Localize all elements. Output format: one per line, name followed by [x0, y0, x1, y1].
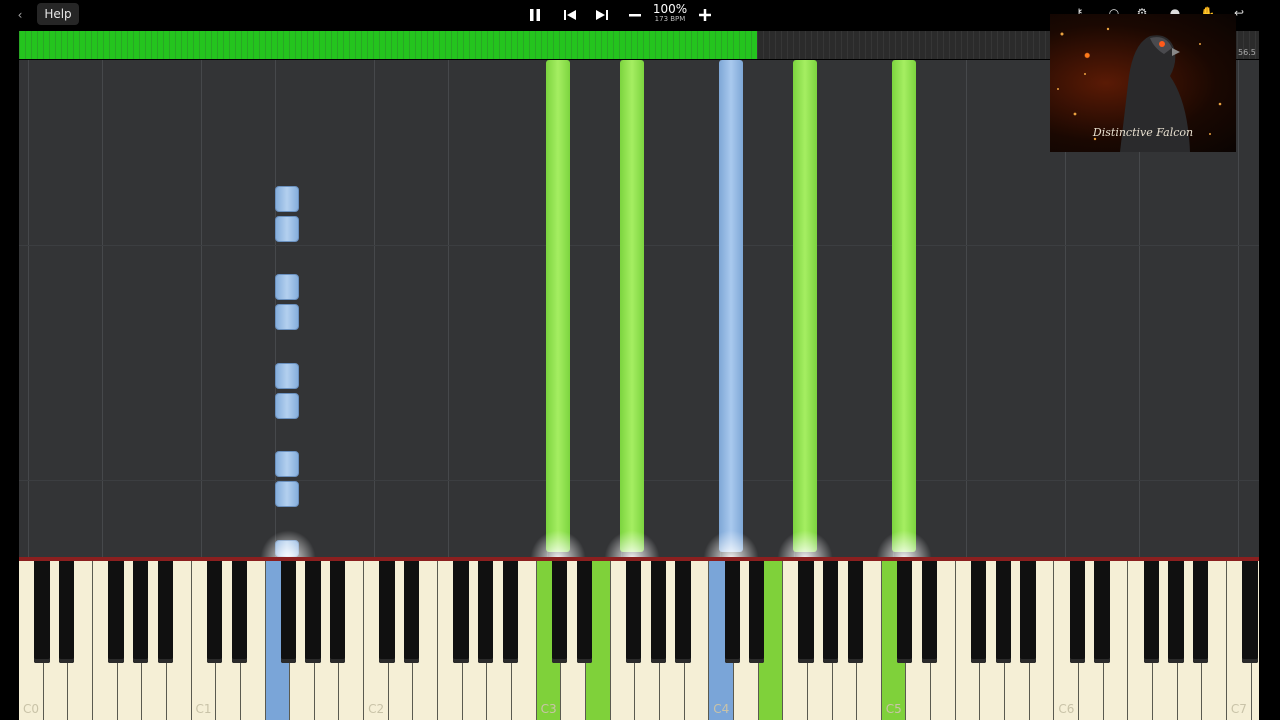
piano-key-gsharp6[interactable]	[1168, 561, 1184, 663]
piano-key-csharp2[interactable]	[379, 561, 395, 663]
piano-key-dsharp5[interactable]	[921, 561, 938, 663]
note-f1	[275, 481, 299, 507]
piano-key-csharp3[interactable]	[551, 561, 568, 663]
piano-key-dsharp6[interactable]	[1094, 561, 1110, 663]
time-readout: 56.5	[1238, 48, 1256, 57]
piano-key-csharp5[interactable]	[897, 561, 913, 663]
thumbnail-caption: Distinctive Falcon	[1092, 126, 1194, 139]
piano-key-gsharp2[interactable]	[478, 561, 494, 663]
octave-label: C0	[22, 702, 39, 716]
chevron-left-icon[interactable]: ‹	[14, 8, 26, 22]
piano-key-dsharp0[interactable]	[58, 561, 75, 663]
minus-icon[interactable]	[625, 6, 645, 24]
piano-key-dsharp2[interactable]	[404, 561, 420, 663]
note-bar-c3	[546, 60, 570, 552]
piano-key-fsharp2[interactable]	[453, 561, 469, 663]
help-button[interactable]: Help	[37, 3, 79, 25]
note-bar-e4	[793, 60, 817, 552]
note-bar-e3	[620, 60, 644, 552]
note-bar-c5	[892, 60, 916, 552]
piano-key-asharp0[interactable]	[157, 561, 173, 663]
piano-key-dsharp4[interactable]	[749, 561, 765, 663]
speed-percent: 100%	[652, 2, 688, 16]
plus-icon[interactable]	[695, 6, 715, 24]
piano-key-fsharp4[interactable]	[798, 561, 814, 663]
octave-label: C1	[195, 702, 212, 716]
piano-key-asharp4[interactable]	[847, 561, 864, 663]
octave-label: C3	[540, 702, 557, 716]
piano-key-fsharp0[interactable]	[108, 561, 124, 663]
channel-thumbnail: Distinctive Falcon	[1050, 14, 1236, 152]
note-f1	[275, 451, 299, 477]
piano-key-dsharp3[interactable]	[576, 561, 592, 663]
piano-key-asharp6[interactable]	[1192, 561, 1209, 663]
piano-key-gsharp4[interactable]	[823, 561, 839, 663]
piano-key-gsharp3[interactable]	[650, 561, 666, 663]
grid-line	[448, 60, 449, 557]
note-f1	[275, 363, 299, 389]
grid-line	[201, 60, 202, 557]
skip-back-icon[interactable]	[560, 6, 580, 24]
piano-key-csharp7[interactable]	[1242, 561, 1258, 663]
note-f1	[275, 304, 299, 330]
grid-line	[374, 60, 375, 557]
tempo-bpm: 173 BPM	[654, 15, 686, 23]
piano-key-gsharp5[interactable]	[995, 561, 1011, 663]
note-f1	[275, 186, 299, 212]
note-bar-c4	[719, 60, 743, 552]
piano-key-asharp5[interactable]	[1020, 561, 1036, 663]
octave-label: C5	[885, 702, 902, 716]
grid-line	[102, 60, 103, 557]
piano-key-csharp6[interactable]	[1069, 561, 1085, 663]
octave-label: C6	[1058, 702, 1075, 716]
piano-key-fsharp1[interactable]	[280, 561, 297, 663]
grid-line	[966, 60, 967, 557]
pause-icon[interactable]	[525, 6, 545, 24]
piano-key-gsharp0[interactable]	[132, 561, 149, 663]
keypress-glow	[258, 528, 318, 557]
piano-key-asharp3[interactable]	[675, 561, 691, 663]
piano-key-csharp1[interactable]	[206, 561, 223, 663]
piano-key-csharp0[interactable]	[34, 561, 50, 663]
piano-keyboard[interactable]: C0 C1 C2 C3 C4 C5 C6 C7	[19, 561, 1259, 720]
keypress-glow	[701, 528, 761, 557]
tempo-display: 100% 173 BPM	[648, 3, 692, 23]
piano-key-dsharp1[interactable]	[231, 561, 247, 663]
grid-line	[1238, 60, 1239, 557]
octave-label: C2	[368, 702, 385, 716]
keypress-glow	[874, 528, 934, 557]
skip-forward-icon[interactable]	[592, 6, 612, 24]
octave-label: C4	[713, 702, 730, 716]
piano-key-asharp1[interactable]	[330, 561, 346, 663]
note-f1	[275, 216, 299, 242]
keypress-glow	[775, 528, 835, 557]
note-f1	[275, 274, 299, 300]
piano-key-fsharp5[interactable]	[971, 561, 987, 663]
piano-key-fsharp3[interactable]	[625, 561, 642, 663]
piano-key-gsharp1[interactable]	[305, 561, 321, 663]
octave-label: C7	[1230, 702, 1247, 716]
piano-key-fsharp6[interactable]	[1143, 561, 1159, 663]
piano-key-csharp4[interactable]	[724, 561, 740, 663]
grid-line	[28, 60, 29, 557]
note-f1	[275, 393, 299, 419]
piano-key-asharp2[interactable]	[502, 561, 518, 663]
keypress-glow	[528, 528, 588, 557]
keypress-glow	[602, 528, 662, 557]
